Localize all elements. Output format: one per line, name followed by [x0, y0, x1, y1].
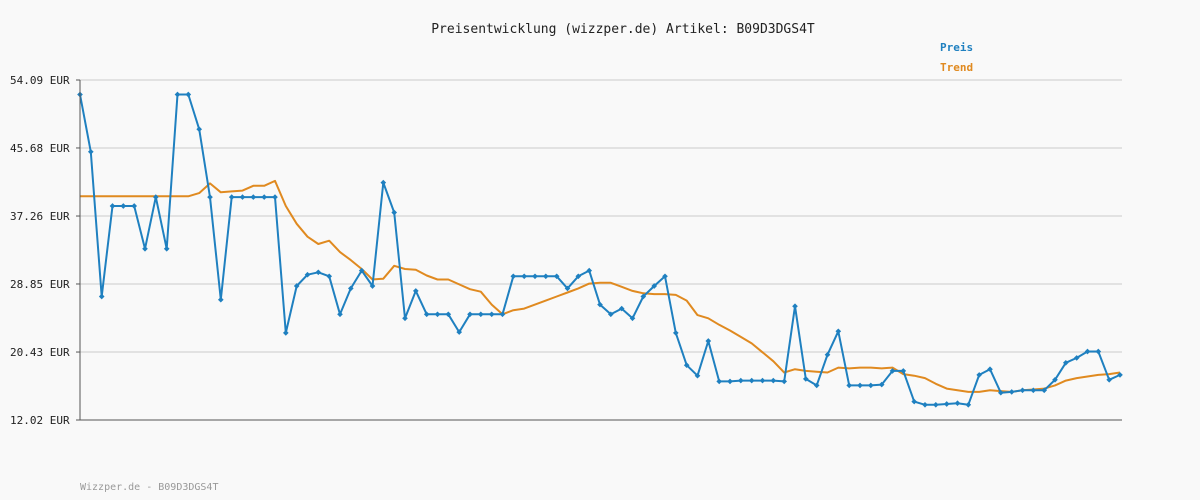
- data-point: [705, 338, 712, 344]
- data-point: [196, 126, 203, 133]
- data-point: [510, 273, 517, 280]
- data-point: [163, 245, 170, 252]
- data-point: [542, 273, 549, 280]
- y-tick-label: 12.02 EUR: [10, 414, 70, 427]
- data-point: [759, 377, 766, 384]
- data-point: [954, 400, 961, 407]
- y-tick-label: 45.68 EUR: [10, 142, 70, 155]
- data-point: [228, 194, 235, 200]
- data-point: [109, 203, 116, 209]
- data-point: [1019, 387, 1026, 394]
- y-tick-label: 54.09 EUR: [10, 74, 70, 87]
- data-point: [477, 311, 484, 318]
- y-tick-label: 37.26 EUR: [10, 210, 70, 223]
- data-point: [922, 401, 928, 408]
- data-point: [727, 378, 733, 385]
- data-point: [932, 401, 939, 408]
- price-chart: Preisentwicklung (wizzper.de) Artikel: B…: [10, 22, 1123, 493]
- data-point: [434, 311, 441, 318]
- data-point: [1030, 387, 1037, 394]
- data-point: [857, 382, 863, 389]
- data-point: [672, 330, 679, 336]
- data-point: [521, 273, 528, 280]
- data-point: [152, 194, 159, 200]
- data-point: [402, 315, 408, 322]
- data-point: [867, 382, 874, 389]
- data-point: [239, 194, 246, 200]
- grid-lines: [80, 79, 1122, 354]
- data-point: [315, 269, 322, 276]
- data-point: [737, 377, 744, 384]
- data-point: [337, 311, 343, 318]
- data-point: [87, 148, 94, 155]
- legend: Preis Trend: [940, 41, 973, 74]
- footer-credit: Wizzper.de - B09D3DGS4T: [80, 482, 218, 493]
- data-point: [1095, 348, 1102, 355]
- y-tick-label: 20.43 EUR: [10, 346, 70, 359]
- data-point: [781, 378, 788, 385]
- data-point: [98, 293, 105, 300]
- data-point: [142, 245, 148, 252]
- data-point: [380, 179, 387, 186]
- data-point: [185, 91, 192, 98]
- data-point: [748, 377, 755, 384]
- data-point: [326, 273, 333, 280]
- data-point: [846, 382, 853, 389]
- data-point: [911, 398, 918, 405]
- series-line-preis: [79, 93, 1121, 406]
- series-line-trend: [80, 179, 1121, 393]
- data-point: [217, 296, 224, 303]
- data-point: [965, 401, 972, 408]
- legend-entry-preis: Preis: [940, 41, 973, 54]
- data-point: [250, 194, 257, 200]
- data-point: [282, 330, 289, 336]
- y-axis-ticks: 54.09 EUR 45.68 EUR 37.26 EUR 28.85 EUR 20.4…: [10, 74, 80, 427]
- data-point: [272, 194, 278, 200]
- series-layer: [77, 91, 1123, 408]
- data-point: [131, 203, 138, 209]
- data-point: [532, 273, 538, 280]
- legend-entry-trend: Trend: [940, 61, 973, 74]
- data-point: [943, 401, 950, 407]
- chart-title: Preisentwicklung (wizzper.de) Artikel: B…: [431, 22, 815, 37]
- data-point: [792, 303, 798, 310]
- y-tick-label: 28.85 EUR: [10, 278, 70, 291]
- data-point: [261, 194, 268, 200]
- data-point: [770, 377, 777, 384]
- data-point: [391, 209, 398, 216]
- data-point: [120, 203, 127, 209]
- data-point: [716, 378, 723, 385]
- data-point: [1008, 389, 1015, 395]
- data-point: [207, 194, 213, 200]
- data-point: [488, 311, 495, 318]
- data-point: [174, 91, 181, 98]
